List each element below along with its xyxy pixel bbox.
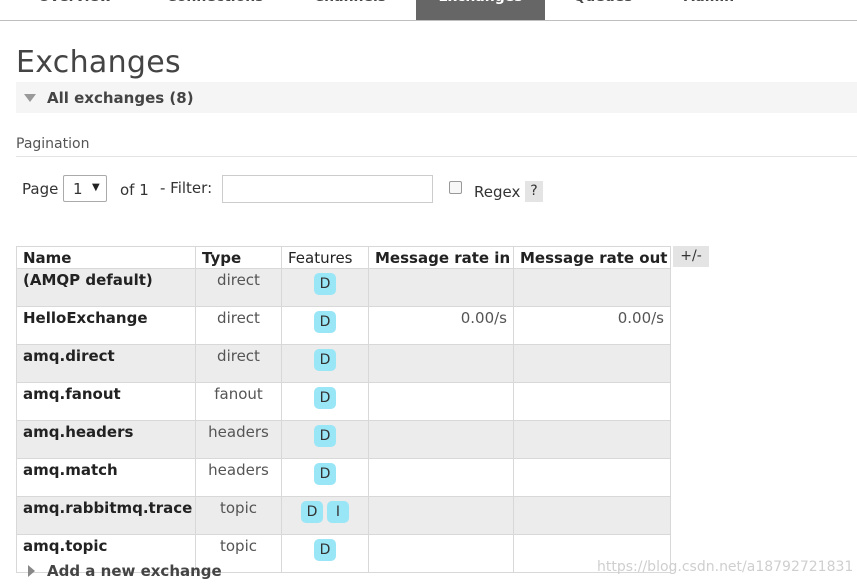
column-header-rate-out[interactable]: Message rate out [513, 246, 671, 269]
filter-input[interactable] [222, 175, 433, 203]
top-nav-tabs: Overview Connections Channels Exchanges … [0, 0, 857, 21]
message-rate-out: 0.00/s [513, 306, 671, 345]
table-row[interactable]: amq.match headers D [16, 458, 671, 497]
exchange-name-link[interactable]: amq.fanout [16, 382, 196, 421]
exchange-features: D [281, 420, 369, 459]
durable-badge: D [301, 501, 323, 523]
exchange-features: D [281, 534, 369, 573]
exchange-type: topic [195, 496, 282, 535]
tab-exchanges[interactable]: Exchanges [416, 0, 545, 20]
tab-queues[interactable]: Queues [558, 0, 648, 20]
exchange-name-link[interactable]: amq.rabbitmq.trace [16, 496, 196, 535]
durable-badge: D [314, 463, 336, 485]
exchange-name-link[interactable]: HelloExchange [16, 306, 196, 345]
table-row[interactable]: (AMQP default) direct D [16, 268, 671, 307]
pagination-heading: Pagination [16, 136, 90, 152]
exchange-type: direct [195, 344, 282, 383]
exchange-type: headers [195, 458, 282, 497]
durable-badge: D [314, 273, 336, 295]
column-header-type[interactable]: Type [195, 246, 282, 269]
table-row[interactable]: amq.headers headers D [16, 420, 671, 459]
table-row[interactable]: amq.rabbitmq.trace topic D I [16, 496, 671, 535]
caret-down-icon: ▼ [92, 182, 100, 193]
exchange-features: DI [281, 496, 369, 535]
exchange-features: D [281, 268, 369, 307]
page-label: Page [22, 180, 59, 198]
exchanges-table: Name Type Features Message rate in Messa… [16, 246, 671, 573]
divider [16, 156, 857, 157]
message-rate-in [368, 382, 514, 421]
tab-connections[interactable]: Connections [150, 0, 280, 20]
all-exchanges-toggle[interactable]: All exchanges (8) [16, 82, 857, 113]
durable-badge: D [314, 349, 336, 371]
exchange-name-link[interactable]: (AMQP default) [16, 268, 196, 307]
durable-badge: D [314, 539, 336, 561]
exchange-name-link[interactable]: amq.match [16, 458, 196, 497]
message-rate-in [368, 458, 514, 497]
exchange-type: direct [195, 268, 282, 307]
message-rate-out [513, 420, 671, 459]
message-rate-in [368, 534, 514, 573]
column-header-features[interactable]: Features [281, 246, 369, 269]
regex-label: Regex [474, 183, 521, 201]
durable-badge: D [314, 387, 336, 409]
page-select[interactable]: 1 ▼ [63, 175, 107, 202]
page-select-value: 1 [73, 180, 83, 198]
durable-badge: D [314, 425, 336, 447]
internal-badge: I [327, 501, 349, 523]
table-row[interactable]: amq.direct direct D [16, 344, 671, 383]
exchange-features: D [281, 306, 369, 345]
message-rate-in: 0.00/s [368, 306, 514, 345]
exchange-type: headers [195, 420, 282, 459]
table-row[interactable]: HelloExchange direct D 0.00/s 0.00/s [16, 306, 671, 345]
message-rate-in [368, 268, 514, 307]
watermark: https://blog.csdn.net/a18792721831 [597, 559, 854, 575]
durable-badge: D [314, 311, 336, 333]
exchange-features: D [281, 344, 369, 383]
exchange-type: direct [195, 306, 282, 345]
column-header-name[interactable]: Name [16, 246, 196, 269]
page-count-label: of 1 [120, 181, 149, 199]
exchange-name-link[interactable]: amq.direct [16, 344, 196, 383]
message-rate-in [368, 420, 514, 459]
message-rate-out [513, 344, 671, 383]
message-rate-out [513, 458, 671, 497]
exchange-features: D [281, 382, 369, 421]
section-title: All exchanges (8) [47, 89, 194, 107]
triangle-down-icon [24, 94, 36, 102]
exchange-features: D [281, 458, 369, 497]
table-row[interactable]: amq.fanout fanout D [16, 382, 671, 421]
add-exchange-label: Add a new exchange [47, 562, 222, 580]
regex-checkbox[interactable] [449, 181, 462, 194]
columns-toggle-button[interactable]: +/- [673, 246, 709, 267]
regex-help-button[interactable]: ? [525, 181, 543, 202]
triangle-right-icon [28, 565, 35, 577]
message-rate-out [513, 496, 671, 535]
message-rate-out [513, 382, 671, 421]
message-rate-out [513, 268, 671, 307]
tab-channels[interactable]: Channels [298, 0, 402, 20]
filter-label: - Filter: [160, 179, 213, 197]
message-rate-in [368, 344, 514, 383]
tab-overview[interactable]: Overview [20, 0, 130, 20]
exchange-name-link[interactable]: amq.headers [16, 420, 196, 459]
table-header-row: Name Type Features Message rate in Messa… [16, 246, 671, 269]
message-rate-in [368, 496, 514, 535]
page-title: Exchanges [16, 45, 181, 80]
exchange-type: fanout [195, 382, 282, 421]
column-header-rate-in[interactable]: Message rate in [368, 246, 514, 269]
tab-admin[interactable]: Admin [664, 0, 754, 20]
